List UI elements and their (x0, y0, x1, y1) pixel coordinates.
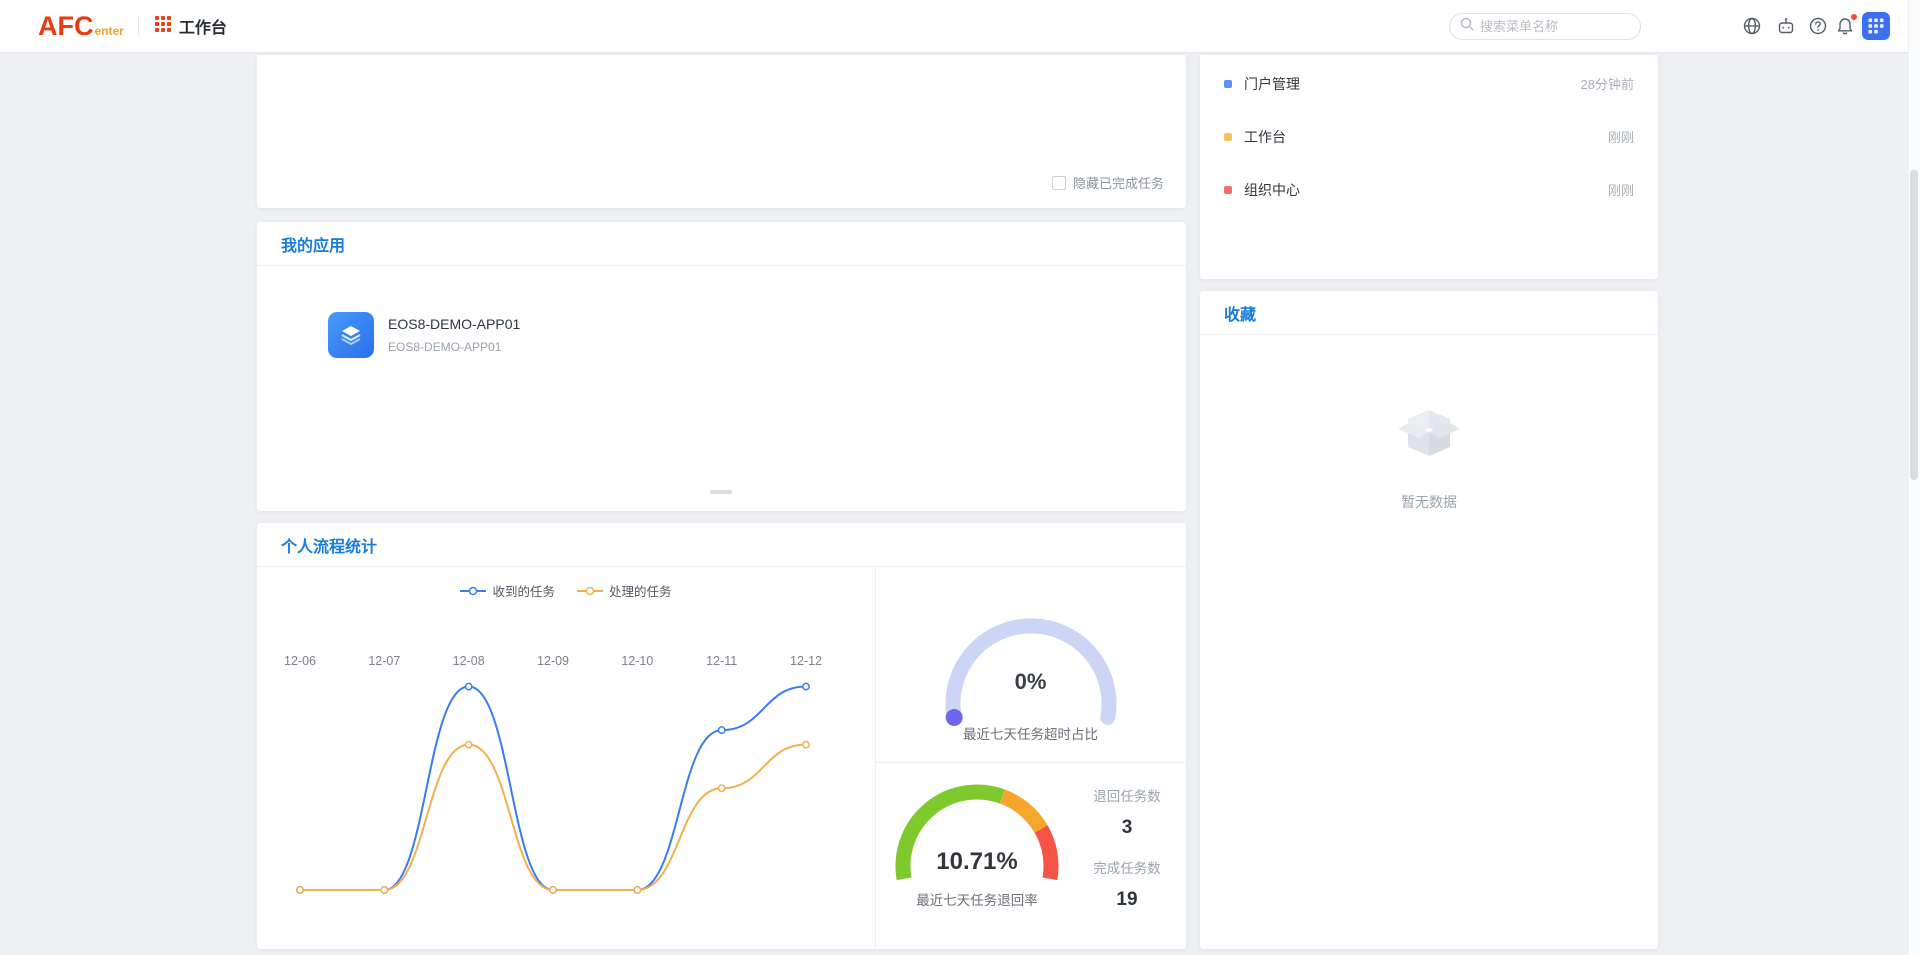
process-stats-title: 个人流程统计 (281, 533, 377, 557)
svg-text:12-09: 12-09 (537, 654, 569, 668)
language-icon[interactable] (1742, 16, 1762, 36)
item-label: 门户管理 (1244, 74, 1581, 94)
search-input[interactable] (1480, 19, 1656, 34)
legend-line-icon (460, 586, 486, 596)
hide-completed-toggle[interactable]: 隐藏已完成任务 (1052, 173, 1164, 192)
topbar-divider (138, 17, 139, 35)
process-stats-card: 个人流程统计 收到的任务处理的任务 12-0612-0712-0812-0912… (257, 523, 1186, 949)
workspace-switcher[interactable]: 工作台 (155, 14, 227, 38)
hide-completed-label: 隐藏已完成任务 (1073, 173, 1164, 192)
svg-text:12-12: 12-12 (790, 654, 822, 668)
search-icon (1460, 17, 1474, 36)
workspace-label: 工作台 (179, 14, 227, 38)
legend-label: 处理的任务 (609, 581, 672, 600)
recent-visits-card: 门户管理 28分钟前 工作台 刚刚 组织中心 刚刚 (1200, 55, 1658, 279)
help-icon[interactable] (1808, 16, 1828, 36)
empty-text: 暂无数据 (1401, 492, 1457, 512)
svg-text:12-10: 12-10 (621, 654, 653, 668)
process-stats-header: 个人流程统计 (257, 523, 1186, 567)
list-item[interactable]: 组织中心 刚刚 (1200, 163, 1658, 216)
apps-pager-indicator[interactable] (710, 490, 732, 494)
layers-icon (328, 312, 374, 358)
returned-tasks-label: 退回任务数 (1079, 789, 1175, 805)
svg-text:12-11: 12-11 (706, 654, 737, 668)
my-apps-card: 我的应用 EOS8-DEMO-APP01 EOS8-DEMO-APP01 (257, 222, 1186, 511)
empty-box-icon (1396, 399, 1462, 462)
returned-tasks-stat: 退回任务数 3 (1079, 789, 1175, 839)
my-apps-header: 我的应用 (257, 222, 1186, 266)
item-time: 刚刚 (1608, 180, 1634, 199)
favorites-title: 收藏 (1224, 301, 1256, 325)
item-time: 刚刚 (1608, 127, 1634, 146)
line-chart-svg: 12-06 12-07 12-08 12-09 12-10 12-11 12-12 (257, 567, 875, 949)
logo-text: AFC (38, 13, 94, 40)
my-apps-title: 我的应用 (281, 232, 345, 256)
tasks-card: 隐藏已完成任务 (257, 55, 1186, 208)
gauge-stats: 退回任务数 3 完成任务数 19 (1079, 789, 1175, 911)
completed-tasks-label: 完成任务数 (1079, 861, 1175, 877)
app-name: EOS8-DEMO-APP01 (388, 316, 520, 332)
search-box[interactable] (1449, 13, 1641, 40)
notification-badge-dot (1851, 14, 1857, 20)
app-subtitle: EOS8-DEMO-APP01 (388, 340, 520, 354)
return-rate-gauge-label: 最近七天任务退回率 (875, 889, 1079, 909)
returned-tasks-value: 3 (1079, 817, 1175, 839)
favorites-card: 收藏 暂无数据 (1200, 291, 1658, 949)
completed-tasks-stat: 完成任务数 19 (1079, 861, 1175, 911)
legend-line-icon (577, 586, 603, 596)
process-line-chart: 收到的任务 处理的任务 12-06 12-07 12-08 12-09 12-10 12-1… (257, 567, 875, 949)
legend-item[interactable]: 处理的任务 (577, 581, 672, 600)
legend-label: 收到的任务 (492, 581, 555, 600)
user-avatar[interactable] (1862, 12, 1890, 40)
item-bullet (1224, 80, 1232, 88)
empty-state: 暂无数据 (1200, 399, 1658, 512)
notifications-icon[interactable] (1835, 16, 1855, 36)
svg-text:12-06: 12-06 (284, 654, 316, 668)
assistant-icon[interactable] (1776, 16, 1796, 36)
svg-text:12-08: 12-08 (453, 654, 485, 668)
hide-completed-checkbox[interactable] (1052, 176, 1066, 190)
scrollbar-track[interactable] (1908, 0, 1920, 955)
overtime-gauge-label: 最近七天任务超时占比 (875, 723, 1186, 743)
svg-text:12-07: 12-07 (368, 654, 400, 668)
legend-item[interactable]: 收到的任务 (460, 581, 555, 600)
screen: AFC enter 工作台 (0, 0, 1920, 955)
recent-list: 门户管理 28分钟前 工作台 刚刚 组织中心 刚刚 (1200, 55, 1658, 216)
overtime-gauge-value: 0% (875, 669, 1186, 695)
list-item[interactable]: 门户管理 28分钟前 (1200, 57, 1658, 110)
chart-legend: 收到的任务 处理的任务 (257, 581, 875, 600)
item-bullet (1224, 186, 1232, 194)
scrollbar-thumb[interactable] (1910, 170, 1918, 480)
app-logo[interactable]: AFC enter (38, 13, 124, 40)
grid-icon (155, 16, 171, 37)
return-rate-gauge-value: 10.71% (875, 848, 1079, 876)
item-label: 组织中心 (1244, 180, 1608, 200)
item-bullet (1224, 133, 1232, 141)
logo-suffix-text: enter (95, 24, 124, 38)
item-time: 28分钟前 (1581, 74, 1634, 93)
item-label: 工作台 (1244, 127, 1608, 147)
completed-tasks-value: 19 (1079, 889, 1175, 911)
topbar: AFC enter 工作台 (0, 0, 1920, 52)
app-item[interactable]: EOS8-DEMO-APP01 EOS8-DEMO-APP01 (328, 312, 520, 358)
list-item[interactable]: 工作台 刚刚 (1200, 110, 1658, 163)
favorites-header: 收藏 (1200, 291, 1658, 335)
